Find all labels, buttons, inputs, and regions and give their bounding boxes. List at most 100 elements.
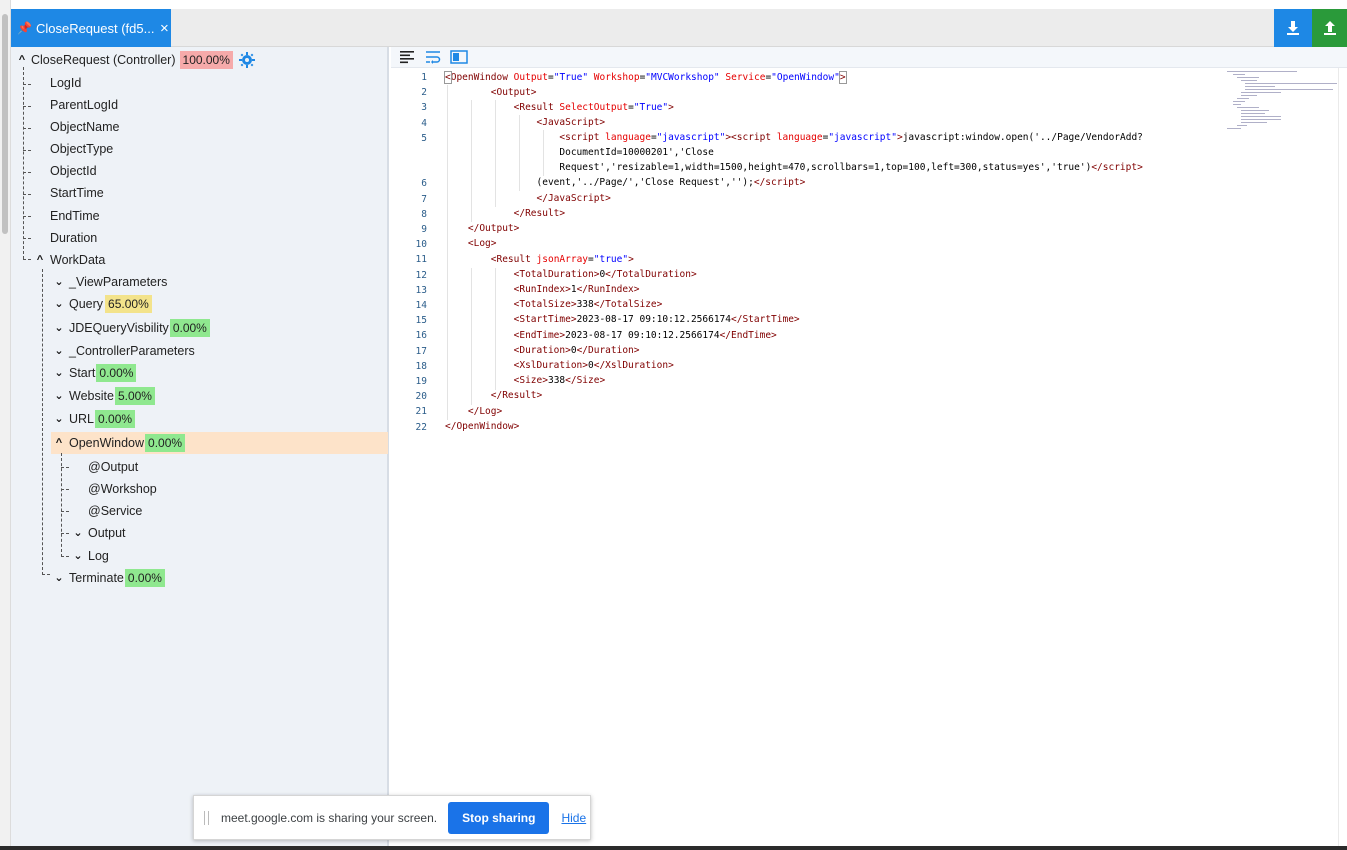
tree-node-label: CloseRequest (Controller): [31, 53, 176, 67]
chevron-down-icon[interactable]: ⌄: [52, 340, 66, 362]
line-number: 20: [415, 391, 427, 402]
percentage-badge: 0.00%: [169, 319, 210, 337]
tree-node-label: @Service: [88, 504, 143, 518]
outer-scrollbar-thumb[interactable]: [2, 14, 8, 234]
tree-node-output[interactable]: ⌄ Output: [71, 522, 126, 544]
tree-node-viewparameters[interactable]: ⌄ _ViewParameters: [52, 271, 167, 293]
tree-node-query[interactable]: ⌄ Query 65.00%: [52, 293, 152, 315]
code-line: </Log>: [467, 406, 503, 417]
line-number: 18: [415, 361, 427, 372]
tree-node-label: StartTime: [50, 186, 104, 200]
tree-node-workshop-attr[interactable]: @Workshop: [88, 478, 157, 500]
line-number: 19: [415, 376, 427, 387]
download-button[interactable]: [1274, 9, 1312, 47]
tree-node-output-attr[interactable]: @Output: [88, 456, 138, 478]
tree-node-field[interactable]: ObjectId: [50, 160, 97, 182]
tree-branch: [23, 106, 31, 107]
chevron-down-icon[interactable]: ⌄: [52, 567, 66, 589]
line-number: 12: [415, 270, 427, 281]
tree-node-label: _ControllerParameters: [69, 344, 195, 358]
tree-node-label: Duration: [50, 231, 98, 245]
tree-branch: [61, 556, 69, 557]
percentage-badge: 0.00%: [124, 569, 165, 587]
tree-node-jdequeryvisbility[interactable]: ⌄ JDEQueryVisbility 0.00%: [52, 317, 210, 339]
tree-node-label: URL: [69, 412, 95, 426]
tree-node-field[interactable]: ObjectType: [50, 138, 113, 160]
tree-node-field[interactable]: EndTime: [50, 205, 100, 227]
outer-scrollbar[interactable]: [0, 0, 11, 850]
tab-closerequest[interactable]: 📌 CloseRequest (fd5... ×: [11, 9, 171, 47]
tree-panel: ^ CloseRequest (Controller) 100.00% LogI…: [11, 47, 389, 850]
chevron-down-icon[interactable]: ⌄: [52, 362, 66, 384]
tree-node-field[interactable]: LogId: [50, 72, 81, 94]
editor-toolbar: [391, 47, 1347, 68]
tree-node-label: Query: [69, 297, 104, 311]
chevron-down-icon[interactable]: ⌄: [52, 293, 66, 315]
code-line: </Output>: [467, 223, 520, 234]
chevron-down-icon[interactable]: ⌄: [52, 385, 66, 407]
tree-branch: [61, 533, 69, 534]
tree-guide: [23, 67, 24, 259]
hide-link[interactable]: Hide: [561, 811, 586, 825]
tree-node-label: Start: [69, 366, 96, 380]
tree-node-label: ObjectType: [50, 142, 114, 156]
chevron-down-icon[interactable]: ⌄: [71, 545, 85, 567]
line-number: 22: [415, 422, 427, 433]
tree-node-label: _ViewParameters: [69, 275, 168, 289]
taskbar-edge: [0, 846, 1347, 850]
code-line: <OpenWindow Output="True" Workshop="MVCW…: [444, 71, 847, 84]
tree-guide: [42, 269, 43, 575]
minimap-toggle-icon[interactable]: [450, 49, 468, 65]
tree-node-start[interactable]: ⌄ Start 0.00%: [52, 362, 137, 384]
tree-node-workdata[interactable]: ^ WorkData: [33, 249, 106, 271]
tree-node-terminate[interactable]: ⌄ Terminate 0.00%: [52, 567, 165, 589]
line-number: 1: [421, 72, 427, 83]
pin-icon[interactable]: 📌: [17, 21, 32, 35]
tree-node-root[interactable]: ^ CloseRequest (Controller) 100.00%: [15, 49, 255, 71]
close-icon[interactable]: ×: [160, 20, 169, 37]
code-editor[interactable]: 1 2 3 4 5 6 7 8 9 10 11 12 13 14 15 16 1…: [391, 47, 1347, 850]
chevron-up-icon[interactable]: ^: [15, 49, 29, 71]
line-number: 8: [421, 209, 427, 220]
drag-handle-icon[interactable]: [204, 810, 209, 825]
gear-icon[interactable]: [238, 52, 255, 68]
tree-node-field[interactable]: ParentLogId: [50, 94, 118, 116]
upload-button[interactable]: [1312, 9, 1347, 47]
tree-node-field[interactable]: Duration: [50, 227, 97, 249]
line-number: 5: [421, 133, 427, 144]
tree-node-log[interactable]: ⌄ Log: [71, 545, 108, 567]
code-minimap[interactable]: [1227, 70, 1337, 130]
word-wrap-icon[interactable]: [424, 49, 442, 65]
chevron-down-icon[interactable]: ⌄: [52, 271, 66, 293]
code-line: DocumentId=10000201','Close: [559, 147, 714, 158]
stop-sharing-button[interactable]: Stop sharing: [448, 801, 550, 834]
tree-node-url[interactable]: ⌄ URL 0.00%: [52, 408, 136, 430]
line-number: 4: [421, 118, 427, 129]
tab-bar: 📌 CloseRequest (fd5... ×: [11, 9, 1347, 47]
tree-node-controllerparameters[interactable]: ⌄ _ControllerParameters: [52, 340, 195, 362]
tree-node-label: @Workshop: [88, 482, 157, 496]
code-line: <Log>: [467, 238, 497, 249]
code-line: <JavaScript>: [536, 117, 606, 128]
tree-node-website[interactable]: ⌄ Website 5.00%: [52, 385, 155, 407]
tab-title: CloseRequest (fd5...: [35, 20, 154, 36]
chevron-up-icon[interactable]: ^: [52, 432, 66, 454]
code-line: <EndTime>2023-08-17 09:10:12.2566174</En…: [513, 330, 777, 341]
editor-scrollbar[interactable]: [1338, 68, 1347, 850]
tree-node-label: Output: [88, 526, 126, 540]
chevron-down-icon[interactable]: ⌄: [52, 408, 66, 430]
chevron-down-icon[interactable]: ⌄: [71, 522, 85, 544]
chevron-up-icon[interactable]: ^: [33, 249, 47, 271]
tree-node-label: LogId: [50, 76, 82, 90]
chevron-down-icon[interactable]: ⌄: [52, 317, 66, 339]
tree-node-service-attr[interactable]: @Service: [88, 500, 142, 522]
tree-node-field[interactable]: StartTime: [50, 182, 104, 204]
line-number: 17: [415, 346, 427, 357]
percentage-badge: 0.00%: [145, 434, 186, 452]
tree-node-openwindow[interactable]: ^ OpenWindow 0.00%: [52, 432, 186, 454]
tree-node-field[interactable]: ObjectName: [50, 116, 119, 138]
code-line: </Result>: [513, 208, 566, 219]
format-icon[interactable]: [398, 49, 416, 65]
code-line: </JavaScript>: [536, 193, 611, 204]
line-number: 10: [415, 239, 427, 250]
